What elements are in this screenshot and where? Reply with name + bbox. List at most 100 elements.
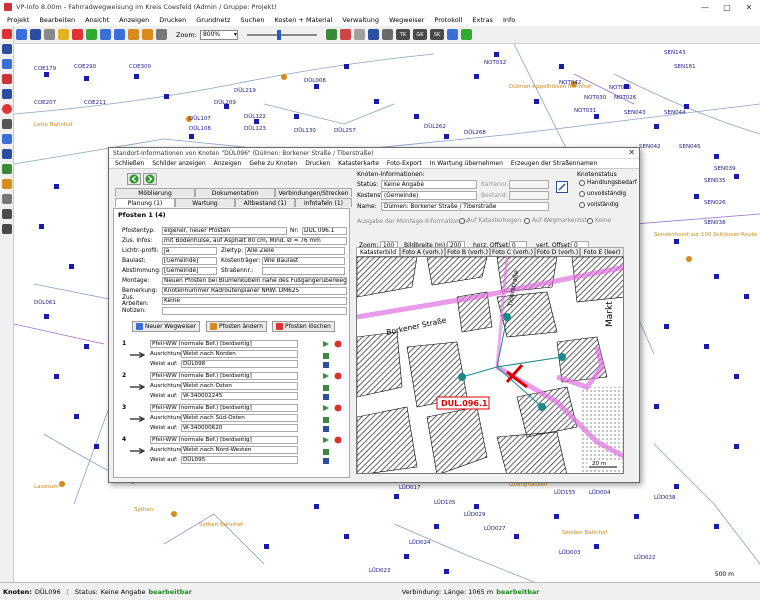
layer-icon[interactable]: [381, 29, 393, 40]
help-icon[interactable]: [1, 104, 12, 114]
maximize-button[interactable]: □: [716, 0, 738, 14]
tab-planung[interactable]: Planung (1): [115, 198, 175, 207]
copy-sign-icon[interactable]: [322, 448, 330, 456]
check-icon[interactable]: [460, 29, 472, 40]
dialog-menu-foto-export[interactable]: Foto-Export: [383, 160, 426, 167]
photo-icon[interactable]: [1, 164, 12, 174]
line-tool-icon[interactable]: [1, 89, 12, 99]
prev-button[interactable]: [127, 173, 141, 185]
lichtprofil-field[interactable]: Ja: [162, 247, 217, 255]
zoom-select[interactable]: 800% ▾: [199, 29, 238, 40]
back-icon[interactable]: [100, 29, 111, 40]
ausrichtung-field[interactable]: Weist nach Nord-Westen: [181, 446, 298, 454]
radio-vollstaendig[interactable]: vollständig: [579, 202, 619, 208]
close-button[interactable]: ✕: [738, 0, 760, 14]
sk-icon[interactable]: [1, 224, 12, 234]
weistauf-field[interactable]: DÜL095: [181, 456, 298, 464]
kostenst-field[interactable]: (Gemeinde): [381, 191, 477, 200]
tab-foto-e[interactable]: Foto E (leer): [580, 247, 624, 256]
sign-entry-4[interactable]: 4 Pfeil-WW (normale Bef.) [beidseitig] A…: [122, 436, 347, 465]
menu-drucken[interactable]: Drucken: [154, 16, 191, 24]
tab-foto-c[interactable]: Foto C (vorh.): [490, 247, 535, 256]
menu-wegweiser[interactable]: Wegweiser: [384, 16, 429, 24]
list-sign-icon[interactable]: [322, 393, 330, 401]
strassennr-field[interactable]: [262, 267, 345, 275]
radio-wegmarkenliste[interactable]: Auf Wegmarkenliste: [524, 218, 590, 224]
route-icon[interactable]: [1, 134, 12, 144]
menu-extras[interactable]: Extras: [467, 16, 498, 24]
radio-keine[interactable]: Keine: [587, 218, 611, 224]
edit-sign-icon[interactable]: [322, 436, 330, 444]
radio-handlungsbedarf[interactable]: Handlungsbedarf: [579, 180, 637, 186]
menu-grundnetz[interactable]: Grundnetz: [191, 16, 235, 24]
tab-foto-a[interactable]: Foto A (vorh.): [400, 247, 445, 256]
menu-kosten-material[interactable]: Kosten + Material: [269, 16, 337, 24]
zoom-slider[interactable]: [246, 29, 317, 40]
edit-sign-icon[interactable]: [322, 372, 330, 380]
delete-sign-icon[interactable]: [334, 436, 342, 444]
new-sign-button[interactable]: Neuer Wegweiser: [132, 321, 200, 332]
sign-entry-1[interactable]: 1 Pfeil-WW (normale Bef.) [beidseitig] A…: [122, 340, 347, 369]
menu-bearbeiten[interactable]: Bearbeiten: [34, 16, 80, 24]
radio-unvollstaendig[interactable]: unvollständig: [579, 191, 626, 197]
knoten-status-field[interactable]: Keine Angabe: [381, 180, 477, 189]
menu-projekt[interactable]: Projekt: [2, 16, 34, 24]
radio-katasterbogen[interactable]: Auf Katasterbogen: [459, 218, 521, 224]
grid-icon[interactable]: [367, 29, 379, 40]
zoom-in-icon[interactable]: [128, 29, 139, 40]
menu-anzeigen[interactable]: Anzeigen: [114, 16, 154, 24]
save-icon[interactable]: [30, 29, 41, 40]
nr-field[interactable]: DUL 096.1: [302, 227, 347, 235]
sign-type-field[interactable]: Pfeil-WW (normale Bef.) [beidseitig]: [150, 404, 298, 412]
ausrichtung-field[interactable]: Weist nach Osten: [181, 382, 298, 390]
folder-icon[interactable]: [58, 29, 69, 40]
cross-icon[interactable]: [1, 74, 12, 84]
exit-icon[interactable]: [1, 29, 12, 39]
tab-dokumentation[interactable]: Dokumentation: [195, 188, 275, 197]
open-icon[interactable]: [16, 29, 27, 40]
zoom-out-icon[interactable]: [142, 29, 153, 40]
dialog-close-icon[interactable]: ✕: [628, 148, 635, 157]
kartennr-field[interactable]: [509, 180, 549, 189]
dialog-menu-anzeigen[interactable]: Anzeigen: [210, 160, 246, 167]
dialog-menu-strassennamen[interactable]: Erzeugen der Straßennamen: [507, 160, 601, 167]
delete-post-button[interactable]: Pfosten löschen: [272, 321, 335, 332]
marker-icon[interactable]: [1, 179, 12, 189]
info-icon[interactable]: [446, 29, 458, 40]
dialog-menu-schilder[interactable]: Schilder anzeigen: [148, 160, 209, 167]
delete-sign-icon[interactable]: [334, 404, 342, 412]
sign-type-field[interactable]: Pfeil-WW (normale Bef.) [beidseitig]: [150, 372, 298, 380]
sign-entry-3[interactable]: 3 Pfeil-WW (normale Bef.) [beidseitig] A…: [122, 404, 347, 433]
edit-sign-icon[interactable]: [322, 404, 330, 412]
weistauf-field[interactable]: W-340000620: [181, 424, 298, 432]
knoten-name-field[interactable]: Dülmen: Borkener Straße / Tiberstraße: [381, 202, 549, 211]
notizen-field[interactable]: [162, 307, 347, 315]
ausrichtung-field[interactable]: Weist nach Norden: [181, 350, 298, 358]
tk-icon[interactable]: [1, 209, 12, 219]
forward-icon[interactable]: [114, 29, 125, 40]
bestand-field[interactable]: [509, 191, 549, 200]
tab-altbestand[interactable]: Altbestand (1): [235, 198, 295, 207]
dialog-menu-schliessen[interactable]: Schließen: [111, 160, 148, 167]
copy-sign-icon[interactable]: [322, 352, 330, 360]
tab-moeblierung[interactable]: Möblierung: [115, 188, 195, 197]
tab-foto-b[interactable]: Foto B (vorh.): [445, 247, 490, 256]
tk-badge[interactable]: TK: [395, 29, 410, 40]
change-post-button[interactable]: Pfosten ändern: [206, 321, 267, 332]
menu-verwaltung[interactable]: Verwaltung: [337, 16, 384, 24]
pfostentyp-field[interactable]: eigener, neuer Pfosten: [162, 227, 287, 235]
sign-type-field[interactable]: Pfeil-WW (normale Bef.) [beidseitig]: [150, 436, 298, 444]
sign-icon[interactable]: [339, 29, 351, 40]
delete-sign-icon[interactable]: [334, 372, 342, 380]
cadastral-map[interactable]: DUL.096.1 Borkener Straße Tiberstraße Ma…: [356, 256, 624, 474]
tab-foto-d[interactable]: Foto D (vorh.): [535, 247, 580, 256]
gk-badge[interactable]: GK: [412, 29, 427, 40]
dialog-menu-gehe-zu[interactable]: Gehe zu Knoten: [245, 160, 301, 167]
menu-ansicht[interactable]: Ansicht: [80, 16, 114, 24]
tab-infotafeln[interactable]: Infotafeln (1): [295, 198, 352, 207]
tab-verbindungen[interactable]: Verbindungen/Strecken: [275, 188, 352, 197]
zusarbeiten-field[interactable]: Keine: [162, 297, 347, 305]
node-icon[interactable]: [325, 29, 337, 40]
fit-icon[interactable]: [156, 29, 167, 40]
refresh-icon[interactable]: [86, 29, 97, 40]
